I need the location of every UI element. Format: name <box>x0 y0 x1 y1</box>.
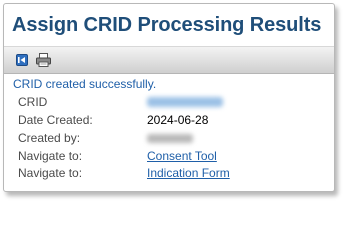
toolbar <box>4 46 334 74</box>
print-button[interactable] <box>34 51 52 68</box>
crid-value <box>147 95 223 110</box>
created-by-value <box>147 131 193 146</box>
navigate-label: Navigate to: <box>18 166 83 180</box>
print-icon <box>35 52 51 67</box>
status-message: CRID created successfully. <box>13 77 157 91</box>
page-title: Assign CRID Processing Results <box>12 14 322 36</box>
indication-form-link[interactable]: Indication Form <box>147 166 230 180</box>
results-panel: Assign CRID Processing Results CRID crea… <box>3 3 335 192</box>
crid-label: CRID <box>18 95 48 109</box>
date-created-label: Date Created: <box>18 113 93 127</box>
date-created-value: 2024-06-28 <box>147 113 209 127</box>
back-button[interactable] <box>13 51 31 68</box>
created-by-label: Created by: <box>18 131 81 145</box>
back-icon <box>16 53 28 66</box>
consent-tool-link[interactable]: Consent Tool <box>147 149 217 163</box>
navigate-label: Navigate to: <box>18 149 83 163</box>
